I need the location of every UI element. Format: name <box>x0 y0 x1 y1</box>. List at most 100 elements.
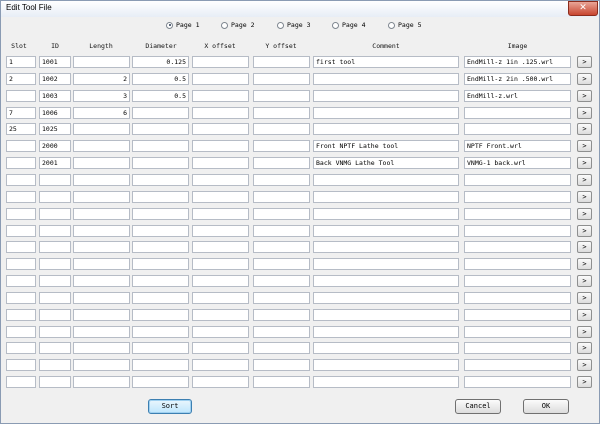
comment-field[interactable]: first tool <box>313 56 459 68</box>
x-offset-field[interactable] <box>192 359 249 371</box>
id-field[interactable]: 1003 <box>39 90 71 102</box>
length-field[interactable] <box>73 174 130 186</box>
length-field[interactable] <box>73 208 130 220</box>
slot-field[interactable] <box>6 90 36 102</box>
radio-indicator[interactable] <box>277 21 284 29</box>
comment-field[interactable]: Back VNMG Lathe Tool <box>313 157 459 169</box>
length-field[interactable] <box>73 157 130 169</box>
slot-field[interactable] <box>6 309 36 321</box>
id-field[interactable]: 2000 <box>39 140 71 152</box>
x-offset-field[interactable] <box>192 258 249 270</box>
sort-button[interactable]: Sort <box>148 399 192 414</box>
comment-field[interactable] <box>313 275 459 287</box>
image-field[interactable] <box>464 225 571 237</box>
y-offset-field[interactable] <box>253 191 310 203</box>
slot-field[interactable] <box>6 359 36 371</box>
diameter-field[interactable] <box>132 123 189 135</box>
id-field[interactable]: 2001 <box>39 157 71 169</box>
image-field[interactable] <box>464 326 571 338</box>
comment-field[interactable] <box>313 292 459 304</box>
image-field[interactable] <box>464 342 571 354</box>
diameter-field[interactable] <box>132 342 189 354</box>
image-field[interactable] <box>464 191 571 203</box>
browse-image-button[interactable]: > <box>577 309 592 321</box>
length-field[interactable] <box>73 326 130 338</box>
slot-field[interactable] <box>6 140 36 152</box>
diameter-field[interactable]: 0.5 <box>132 90 189 102</box>
diameter-field[interactable]: 0.5 <box>132 73 189 85</box>
y-offset-field[interactable] <box>253 292 310 304</box>
id-field[interactable] <box>39 309 71 321</box>
length-field[interactable] <box>73 140 130 152</box>
x-offset-field[interactable] <box>192 174 249 186</box>
page-radio-2[interactable]: Page 2 <box>221 19 254 31</box>
radio-indicator[interactable] <box>166 21 173 29</box>
comment-field[interactable] <box>313 90 459 102</box>
image-field[interactable] <box>464 309 571 321</box>
browse-image-button[interactable]: > <box>577 225 592 237</box>
browse-image-button[interactable]: > <box>577 208 592 220</box>
diameter-field[interactable] <box>132 241 189 253</box>
slot-field[interactable] <box>6 208 36 220</box>
x-offset-field[interactable] <box>192 90 249 102</box>
page-radio-3[interactable]: Page 3 <box>277 19 310 31</box>
x-offset-field[interactable] <box>192 157 249 169</box>
x-offset-field[interactable] <box>192 225 249 237</box>
y-offset-field[interactable] <box>253 241 310 253</box>
diameter-field[interactable]: 0.125 <box>132 56 189 68</box>
cancel-button[interactable]: Cancel <box>455 399 501 414</box>
x-offset-field[interactable] <box>192 140 249 152</box>
y-offset-field[interactable] <box>253 174 310 186</box>
y-offset-field[interactable] <box>253 258 310 270</box>
x-offset-field[interactable] <box>192 107 249 119</box>
length-field[interactable] <box>73 275 130 287</box>
image-field[interactable] <box>464 376 571 388</box>
comment-field[interactable] <box>313 241 459 253</box>
y-offset-field[interactable] <box>253 326 310 338</box>
diameter-field[interactable] <box>132 292 189 304</box>
id-field[interactable] <box>39 376 71 388</box>
length-field[interactable] <box>73 258 130 270</box>
browse-image-button[interactable]: > <box>577 342 592 354</box>
length-field[interactable]: 2 <box>73 73 130 85</box>
x-offset-field[interactable] <box>192 275 249 287</box>
comment-field[interactable] <box>313 342 459 354</box>
slot-field[interactable]: 25 <box>6 123 36 135</box>
length-field[interactable]: 6 <box>73 107 130 119</box>
image-field[interactable] <box>464 292 571 304</box>
comment-field[interactable] <box>313 208 459 220</box>
comment-field[interactable]: Front NPTF Lathe tool <box>313 140 459 152</box>
browse-image-button[interactable]: > <box>577 123 592 135</box>
x-offset-field[interactable] <box>192 376 249 388</box>
y-offset-field[interactable] <box>253 342 310 354</box>
length-field[interactable] <box>73 123 130 135</box>
image-field[interactable] <box>464 174 571 186</box>
id-field[interactable] <box>39 342 71 354</box>
comment-field[interactable] <box>313 258 459 270</box>
slot-field[interactable]: 2 <box>6 73 36 85</box>
length-field[interactable] <box>73 225 130 237</box>
slot-field[interactable] <box>6 191 36 203</box>
image-field[interactable]: EndMill-z 1in .125.wrl <box>464 56 571 68</box>
browse-image-button[interactable]: > <box>577 292 592 304</box>
image-field[interactable]: NPTF Front.wrl <box>464 140 571 152</box>
id-field[interactable] <box>39 359 71 371</box>
radio-indicator[interactable] <box>388 21 395 29</box>
page-radio-4[interactable]: Page 4 <box>332 19 365 31</box>
comment-field[interactable] <box>313 191 459 203</box>
id-field[interactable] <box>39 241 71 253</box>
id-field[interactable] <box>39 208 71 220</box>
slot-field[interactable] <box>6 258 36 270</box>
slot-field[interactable] <box>6 342 36 354</box>
length-field[interactable] <box>73 292 130 304</box>
diameter-field[interactable] <box>132 174 189 186</box>
image-field[interactable] <box>464 275 571 287</box>
id-field[interactable] <box>39 258 71 270</box>
slot-field[interactable] <box>6 225 36 237</box>
length-field[interactable] <box>73 56 130 68</box>
x-offset-field[interactable] <box>192 191 249 203</box>
browse-image-button[interactable]: > <box>577 157 592 169</box>
id-field[interactable] <box>39 292 71 304</box>
id-field[interactable] <box>39 275 71 287</box>
image-field[interactable] <box>464 123 571 135</box>
